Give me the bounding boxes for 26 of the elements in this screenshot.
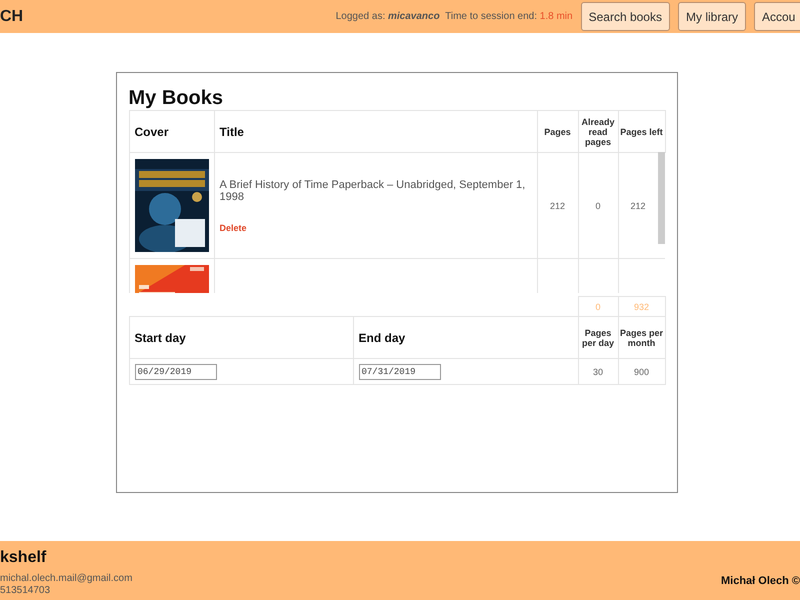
nav-button[interactable]: Accou (754, 2, 800, 31)
read-value: 0 (595, 200, 600, 210)
page-title: My Books (128, 87, 224, 110)
pages-per-month-value: 900 (634, 366, 650, 376)
phone-text: 513514703 (0, 585, 52, 597)
start-date-field[interactable]: 06/29/2019 (134, 364, 216, 380)
column-header: Pages per month (618, 316, 666, 359)
pages-per-day-value: 30 (592, 366, 603, 376)
book-title: A Brief History of Time Paperback – Unabridged, September 1, 1998 (220, 178, 526, 202)
footer-title: kshelf (0, 549, 48, 567)
total-value: 932 (634, 302, 650, 312)
session-info: Logged as: micavanco Time to session end: 1.8 min (336, 11, 573, 22)
copyright-text: Michał Olech © (720, 575, 800, 589)
column-header: Cover (128, 110, 214, 153)
pages-left-value: 212 (630, 200, 646, 210)
column-header: Start day (128, 316, 354, 359)
column-header: Pages left (618, 110, 666, 153)
email-text: michal.olech.mail@gmail.com (0, 573, 132, 585)
end-date-field[interactable]: 07/31/2019 (358, 364, 440, 380)
delete-link[interactable]: Delete (220, 222, 247, 232)
scrollbar[interactable] (658, 152, 664, 244)
pages-value: 212 (550, 200, 566, 210)
brand-title: CH (0, 8, 24, 26)
nav-button[interactable]: Search books (580, 2, 670, 31)
total-value: 0 (595, 302, 600, 312)
nav-button[interactable]: My library (678, 2, 746, 31)
